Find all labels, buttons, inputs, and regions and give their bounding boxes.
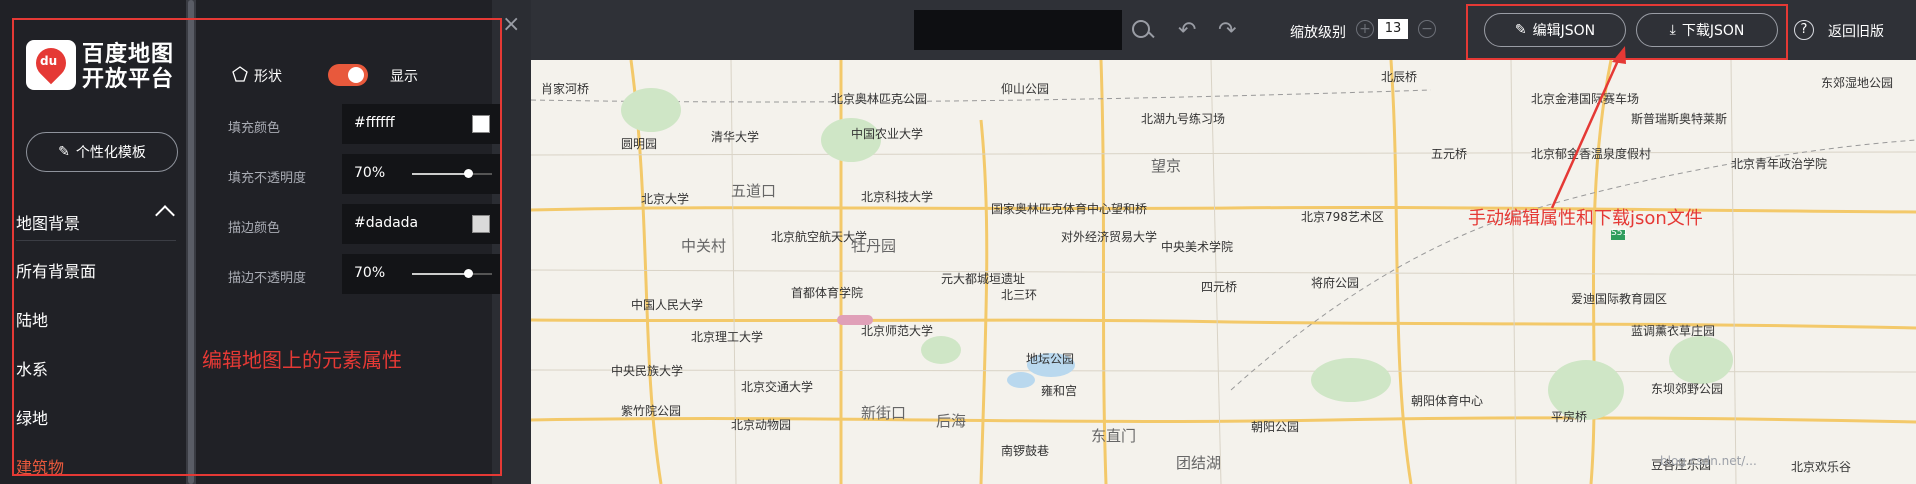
map-label[interactable]: 朝阳体育中心 [1411, 392, 1483, 409]
undo-icon[interactable]: ↶ [1178, 18, 1196, 43]
map-label[interactable]: 圆明园 [621, 135, 657, 152]
map-label[interactable]: 肖家河桥 [541, 80, 589, 97]
annotation-box-right [1466, 4, 1788, 60]
map-label[interactable]: 牡丹园 [851, 235, 896, 256]
map-label[interactable]: 东坝郊野公园 [1651, 380, 1723, 397]
map-label[interactable]: 中国人民大学 [631, 296, 703, 313]
map-label[interactable]: 北京青年政治学院 [1731, 155, 1827, 172]
map-label[interactable]: 中央美术学院 [1161, 238, 1233, 255]
map-label[interactable]: 望和桥 [1111, 200, 1147, 217]
map-label[interactable]: 仰山公园 [1001, 80, 1049, 97]
map-label[interactable]: 紫竹院公园 [621, 402, 681, 419]
zoom-level-label: 缩放级别 [1290, 25, 1346, 41]
help-icon[interactable]: ? [1794, 20, 1814, 40]
map-label[interactable]: 北京交通大学 [741, 378, 813, 395]
map-label[interactable]: 北京798艺术区 [1301, 208, 1384, 225]
map-label[interactable]: 元大都城垣遗址 [941, 270, 1025, 287]
map-label[interactable]: 中央民族大学 [611, 362, 683, 379]
map-label[interactable]: 五元桥 [1431, 145, 1467, 162]
map-label[interactable]: 朝阳公园 [1251, 418, 1299, 435]
map-canvas[interactable]: 肖家河桥 北京奥林匹克公园 仰山公园 北湖九号练习场 北辰桥 北京金港国际赛车场… [531, 60, 1916, 484]
map-label[interactable]: 雍和宫 [1041, 382, 1077, 399]
map-label[interactable]: 新街口 [861, 402, 906, 423]
map-label[interactable]: 北京奥林匹克公园 [831, 90, 927, 107]
map-label[interactable]: 北京欢乐谷 [1791, 458, 1851, 475]
map-label[interactable]: 北京大学 [641, 190, 689, 207]
map-label[interactable]: 团结湖 [1176, 452, 1221, 473]
map-label[interactable]: 北京科技大学 [861, 188, 933, 205]
map-label[interactable]: 北三环 [1001, 286, 1037, 303]
map-label[interactable]: 对外经济贸易大学 [1061, 228, 1157, 245]
map-label[interactable]: 东郊湿地公园 [1821, 74, 1893, 91]
search-input[interactable] [914, 10, 1122, 50]
map-label[interactable]: 南锣鼓巷 [1001, 442, 1049, 459]
map-label[interactable]: 四元桥 [1201, 278, 1237, 295]
map-label[interactable]: 北辰桥 [1381, 68, 1417, 85]
map-label[interactable]: 后海 [936, 410, 966, 431]
search-icon[interactable] [1132, 20, 1150, 38]
watermark: blog.csdn.net/... [1660, 454, 1757, 468]
zoom-out-icon[interactable]: − [1418, 20, 1436, 38]
map-label[interactable]: 东直门 [1091, 425, 1136, 446]
redo-icon[interactable]: ↷ [1218, 18, 1236, 43]
map-label[interactable]: 国家奥林匹克体育中心 [991, 200, 1111, 217]
map-label[interactable]: 首都体育学院 [791, 284, 863, 301]
map-label[interactable]: 中国农业大学 [851, 125, 923, 142]
map-label[interactable]: 望京 [1151, 155, 1181, 176]
map-label[interactable]: 五道口 [731, 180, 776, 201]
zoom-in-icon[interactable]: + [1356, 20, 1374, 38]
annotation-text-left: 编辑地图上的元素属性 [202, 348, 402, 372]
map-label[interactable]: 中关村 [681, 235, 726, 256]
annotation-text-right: 手动编辑属性和下载json文件 [1468, 208, 1703, 229]
map-label[interactable]: 北京金港国际赛车场 [1531, 90, 1639, 107]
annotation-box-left [12, 18, 502, 476]
return-legacy-link[interactable]: 返回旧版 [1828, 21, 1884, 41]
close-icon[interactable]: × [502, 12, 520, 37]
map-label[interactable]: 将府公园 [1311, 274, 1359, 291]
map-label[interactable]: 北京师范大学 [861, 322, 933, 339]
map-label[interactable]: 蓝调薰衣草庄园 [1631, 322, 1715, 339]
map-label[interactable]: 北湖九号练习场 [1141, 110, 1225, 127]
map-label[interactable]: 地坛公园 [1026, 350, 1074, 367]
map-label[interactable]: 爱迪国际教育园区 [1571, 290, 1667, 307]
map-label[interactable]: 北京理工大学 [691, 328, 763, 345]
zoom-level-value[interactable]: 13 [1378, 19, 1408, 39]
map-label[interactable]: 斯普瑞斯奥特莱斯 [1631, 110, 1727, 127]
map-label[interactable]: 北京动物园 [731, 416, 791, 433]
map-label[interactable]: 清华大学 [711, 128, 759, 145]
map-label[interactable]: 北京郁金香温泉度假村 [1531, 145, 1651, 162]
map-label[interactable]: 平房桥 [1551, 408, 1587, 425]
